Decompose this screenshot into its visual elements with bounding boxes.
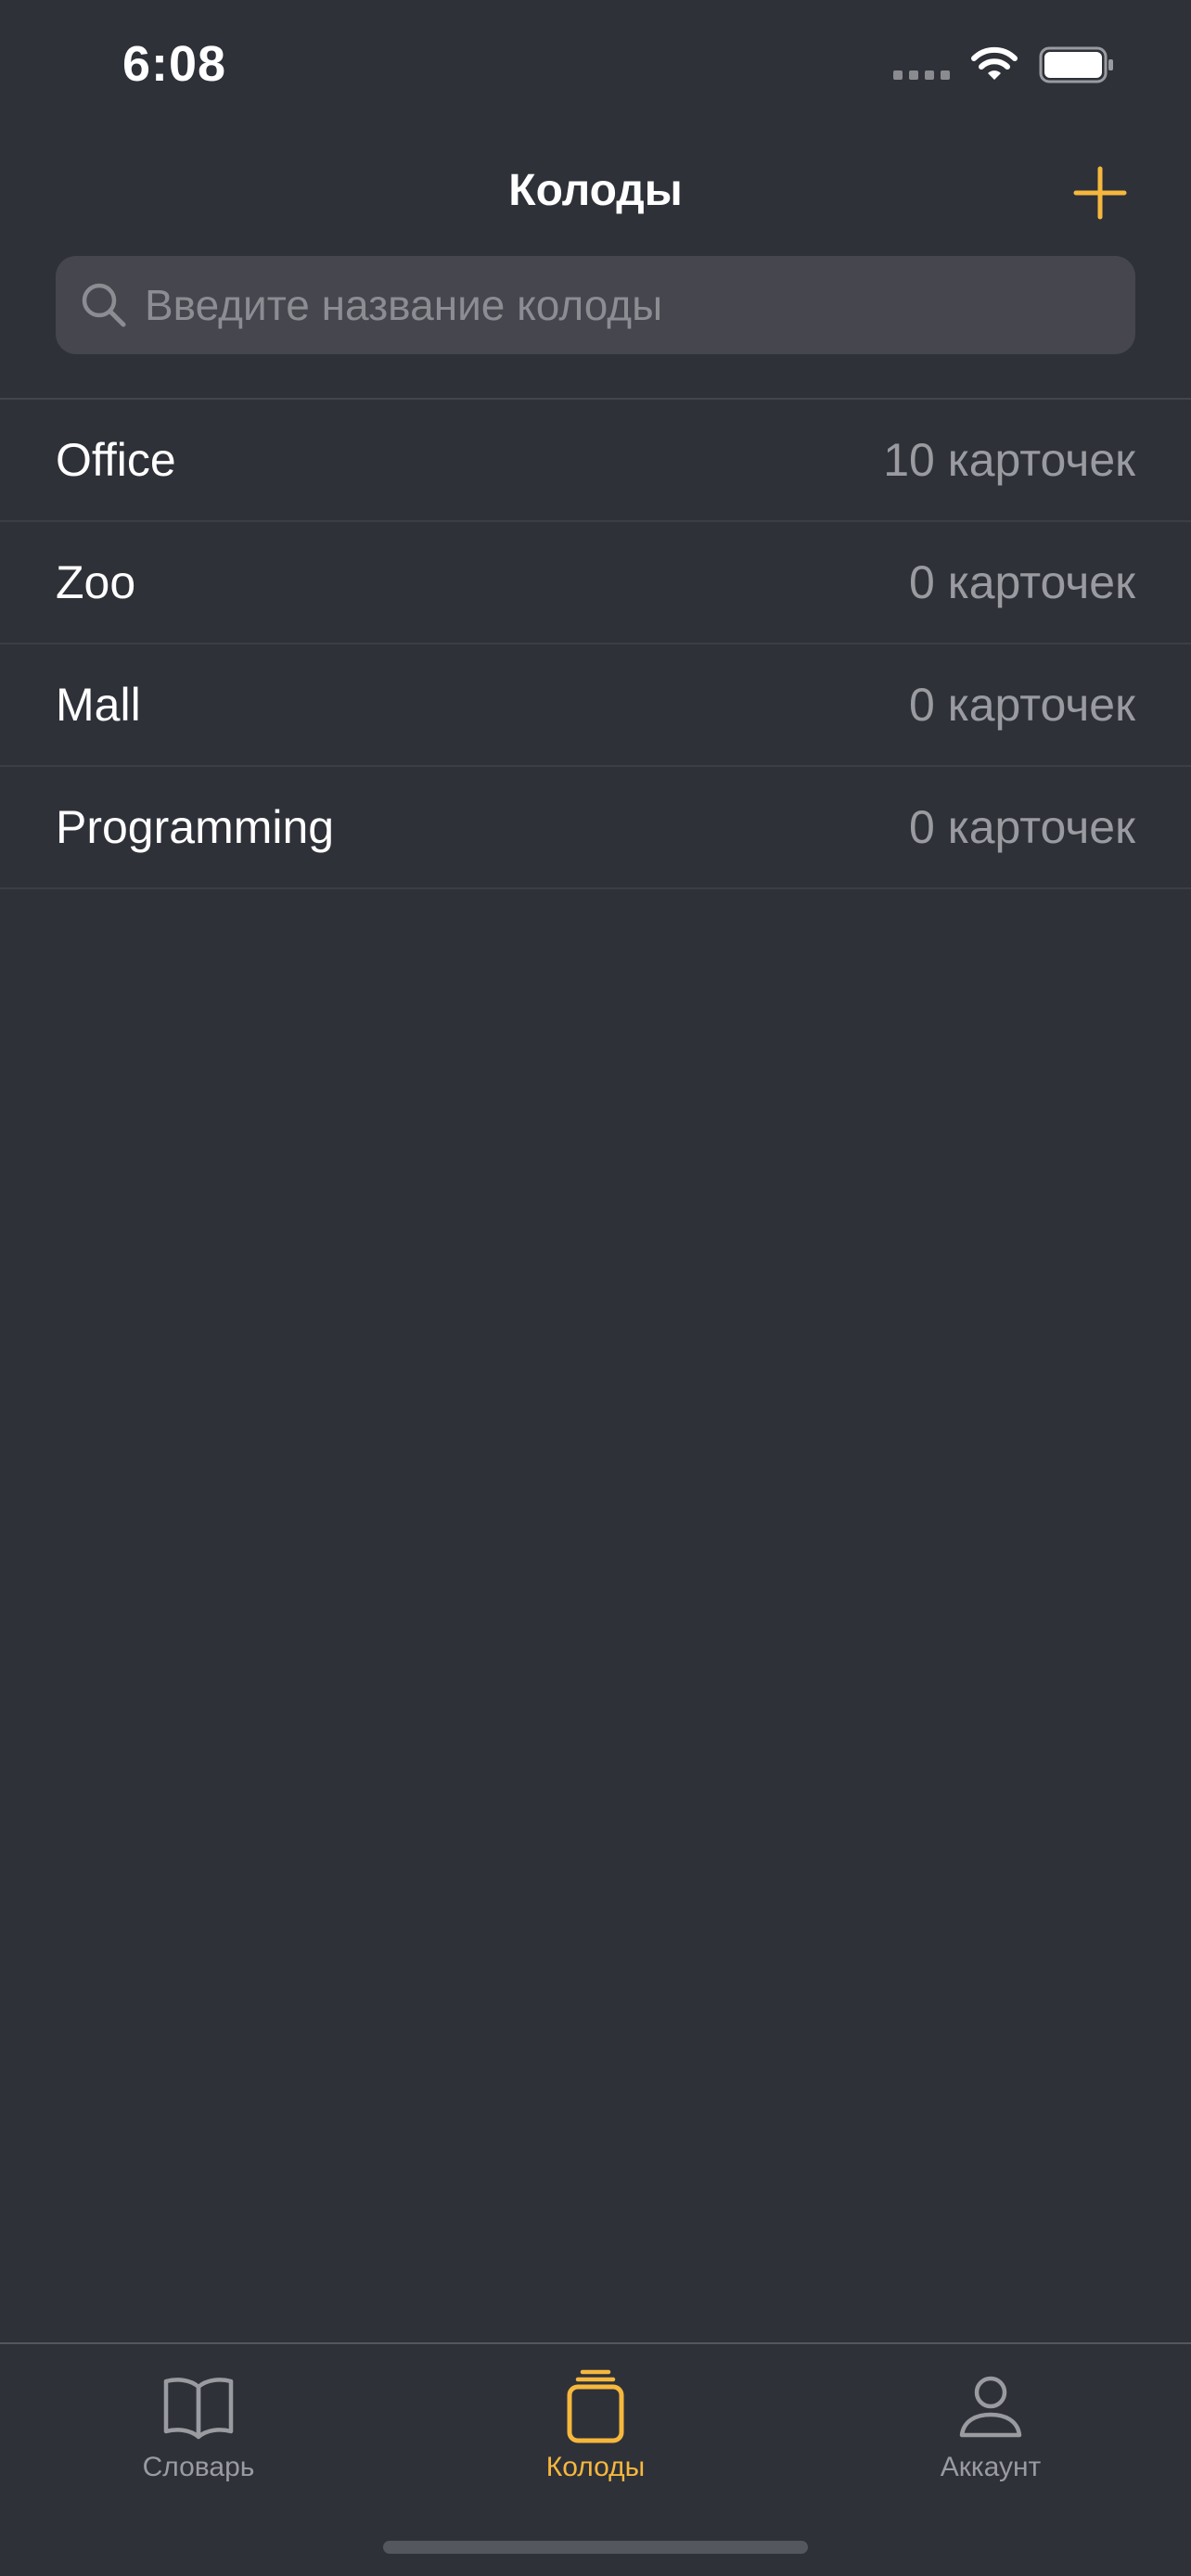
home-indicator[interactable]: [383, 2541, 808, 2554]
deck-name: Programming: [56, 801, 335, 853]
deck-name: Mall: [56, 679, 141, 731]
search-icon: [82, 283, 126, 327]
status-icons: [893, 46, 1115, 83]
deck-row-office[interactable]: Office 10 карточек: [0, 400, 1191, 522]
tab-label: Колоды: [545, 2452, 646, 2482]
tab-account[interactable]: Аккаунт: [852, 2366, 1130, 2483]
deck-row-zoo[interactable]: Zoo 0 карточек: [0, 522, 1191, 644]
screen: 6:08 Колоды Введите название колоды Offi…: [0, 0, 1191, 2576]
deck-list: Office 10 карточек Zoo 0 карточек Mall 0…: [0, 398, 1191, 889]
book-icon: [163, 2378, 234, 2440]
deck-row-programming[interactable]: Programming 0 карточек: [0, 767, 1191, 889]
add-deck-button[interactable]: [1070, 163, 1130, 223]
status-bar: 6:08: [0, 0, 1191, 139]
person-icon: [959, 2376, 1022, 2438]
tab-decks[interactable]: Колоды: [456, 2366, 735, 2483]
deck-card-count: 0 карточек: [909, 801, 1135, 853]
search-bar[interactable]: [56, 256, 1135, 354]
status-time: 6:08: [122, 36, 227, 92]
plus-icon: [1073, 166, 1127, 220]
tab-label: Словарь: [142, 2452, 255, 2482]
search-input[interactable]: [143, 267, 1113, 343]
cards-stack-icon: [567, 2369, 624, 2443]
deck-row-mall[interactable]: Mall 0 карточек: [0, 644, 1191, 767]
deck-name: Office: [56, 434, 176, 486]
tab-dictionary[interactable]: Словарь: [59, 2366, 338, 2483]
deck-card-count: 0 карточек: [909, 679, 1135, 731]
deck-card-count: 0 карточек: [909, 556, 1135, 608]
tab-label: Аккаунт: [940, 2452, 1042, 2482]
wifi-icon: [971, 46, 1018, 80]
battery-icon: [1039, 46, 1113, 83]
deck-name: Zoo: [56, 556, 136, 608]
deck-card-count: 10 карточек: [883, 434, 1135, 486]
page-title: Колоды: [508, 166, 683, 215]
cellular-signal-icon: [893, 70, 950, 80]
